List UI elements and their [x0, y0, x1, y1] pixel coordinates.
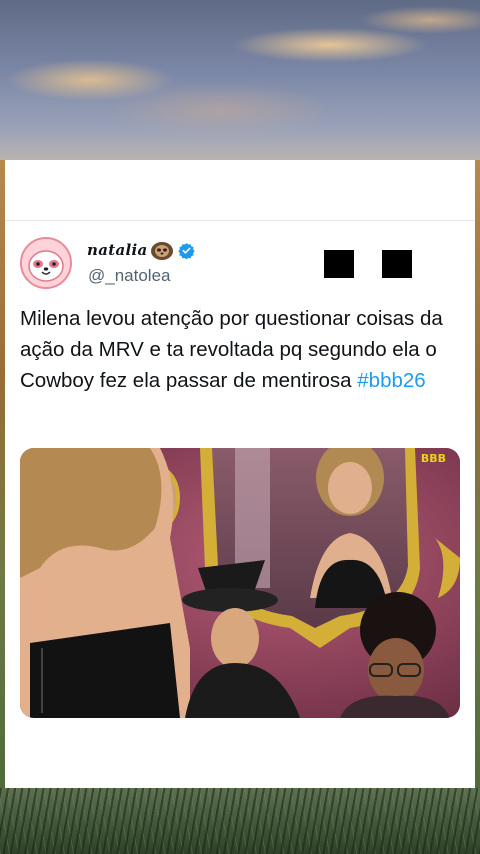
tweet-text: Milena levou atenção por questionar cois… — [20, 303, 465, 396]
tweet-media[interactable]: BBB — [20, 448, 460, 718]
tweet-card[interactable]: natalia @_natolea Milena levou atenção p… — [5, 160, 475, 788]
author-name-row[interactable]: natalia — [87, 238, 195, 262]
background-grass — [0, 788, 480, 854]
avatar[interactable] — [20, 237, 72, 289]
display-name[interactable]: natalia — [87, 241, 148, 259]
sloth-avatar-icon — [22, 239, 70, 287]
divider — [5, 220, 475, 221]
media-scene — [20, 448, 460, 718]
background-field-right — [475, 160, 480, 790]
handle[interactable]: @_natolea — [88, 266, 171, 286]
redaction-block — [382, 250, 412, 278]
background-sky — [0, 0, 480, 160]
redaction-block — [324, 250, 354, 278]
hashtag-link[interactable]: #bbb26 — [357, 369, 425, 392]
bbb-logo: BBB — [420, 452, 446, 465]
sloth-icon — [150, 242, 173, 260]
verified-badge-icon — [177, 242, 195, 259]
